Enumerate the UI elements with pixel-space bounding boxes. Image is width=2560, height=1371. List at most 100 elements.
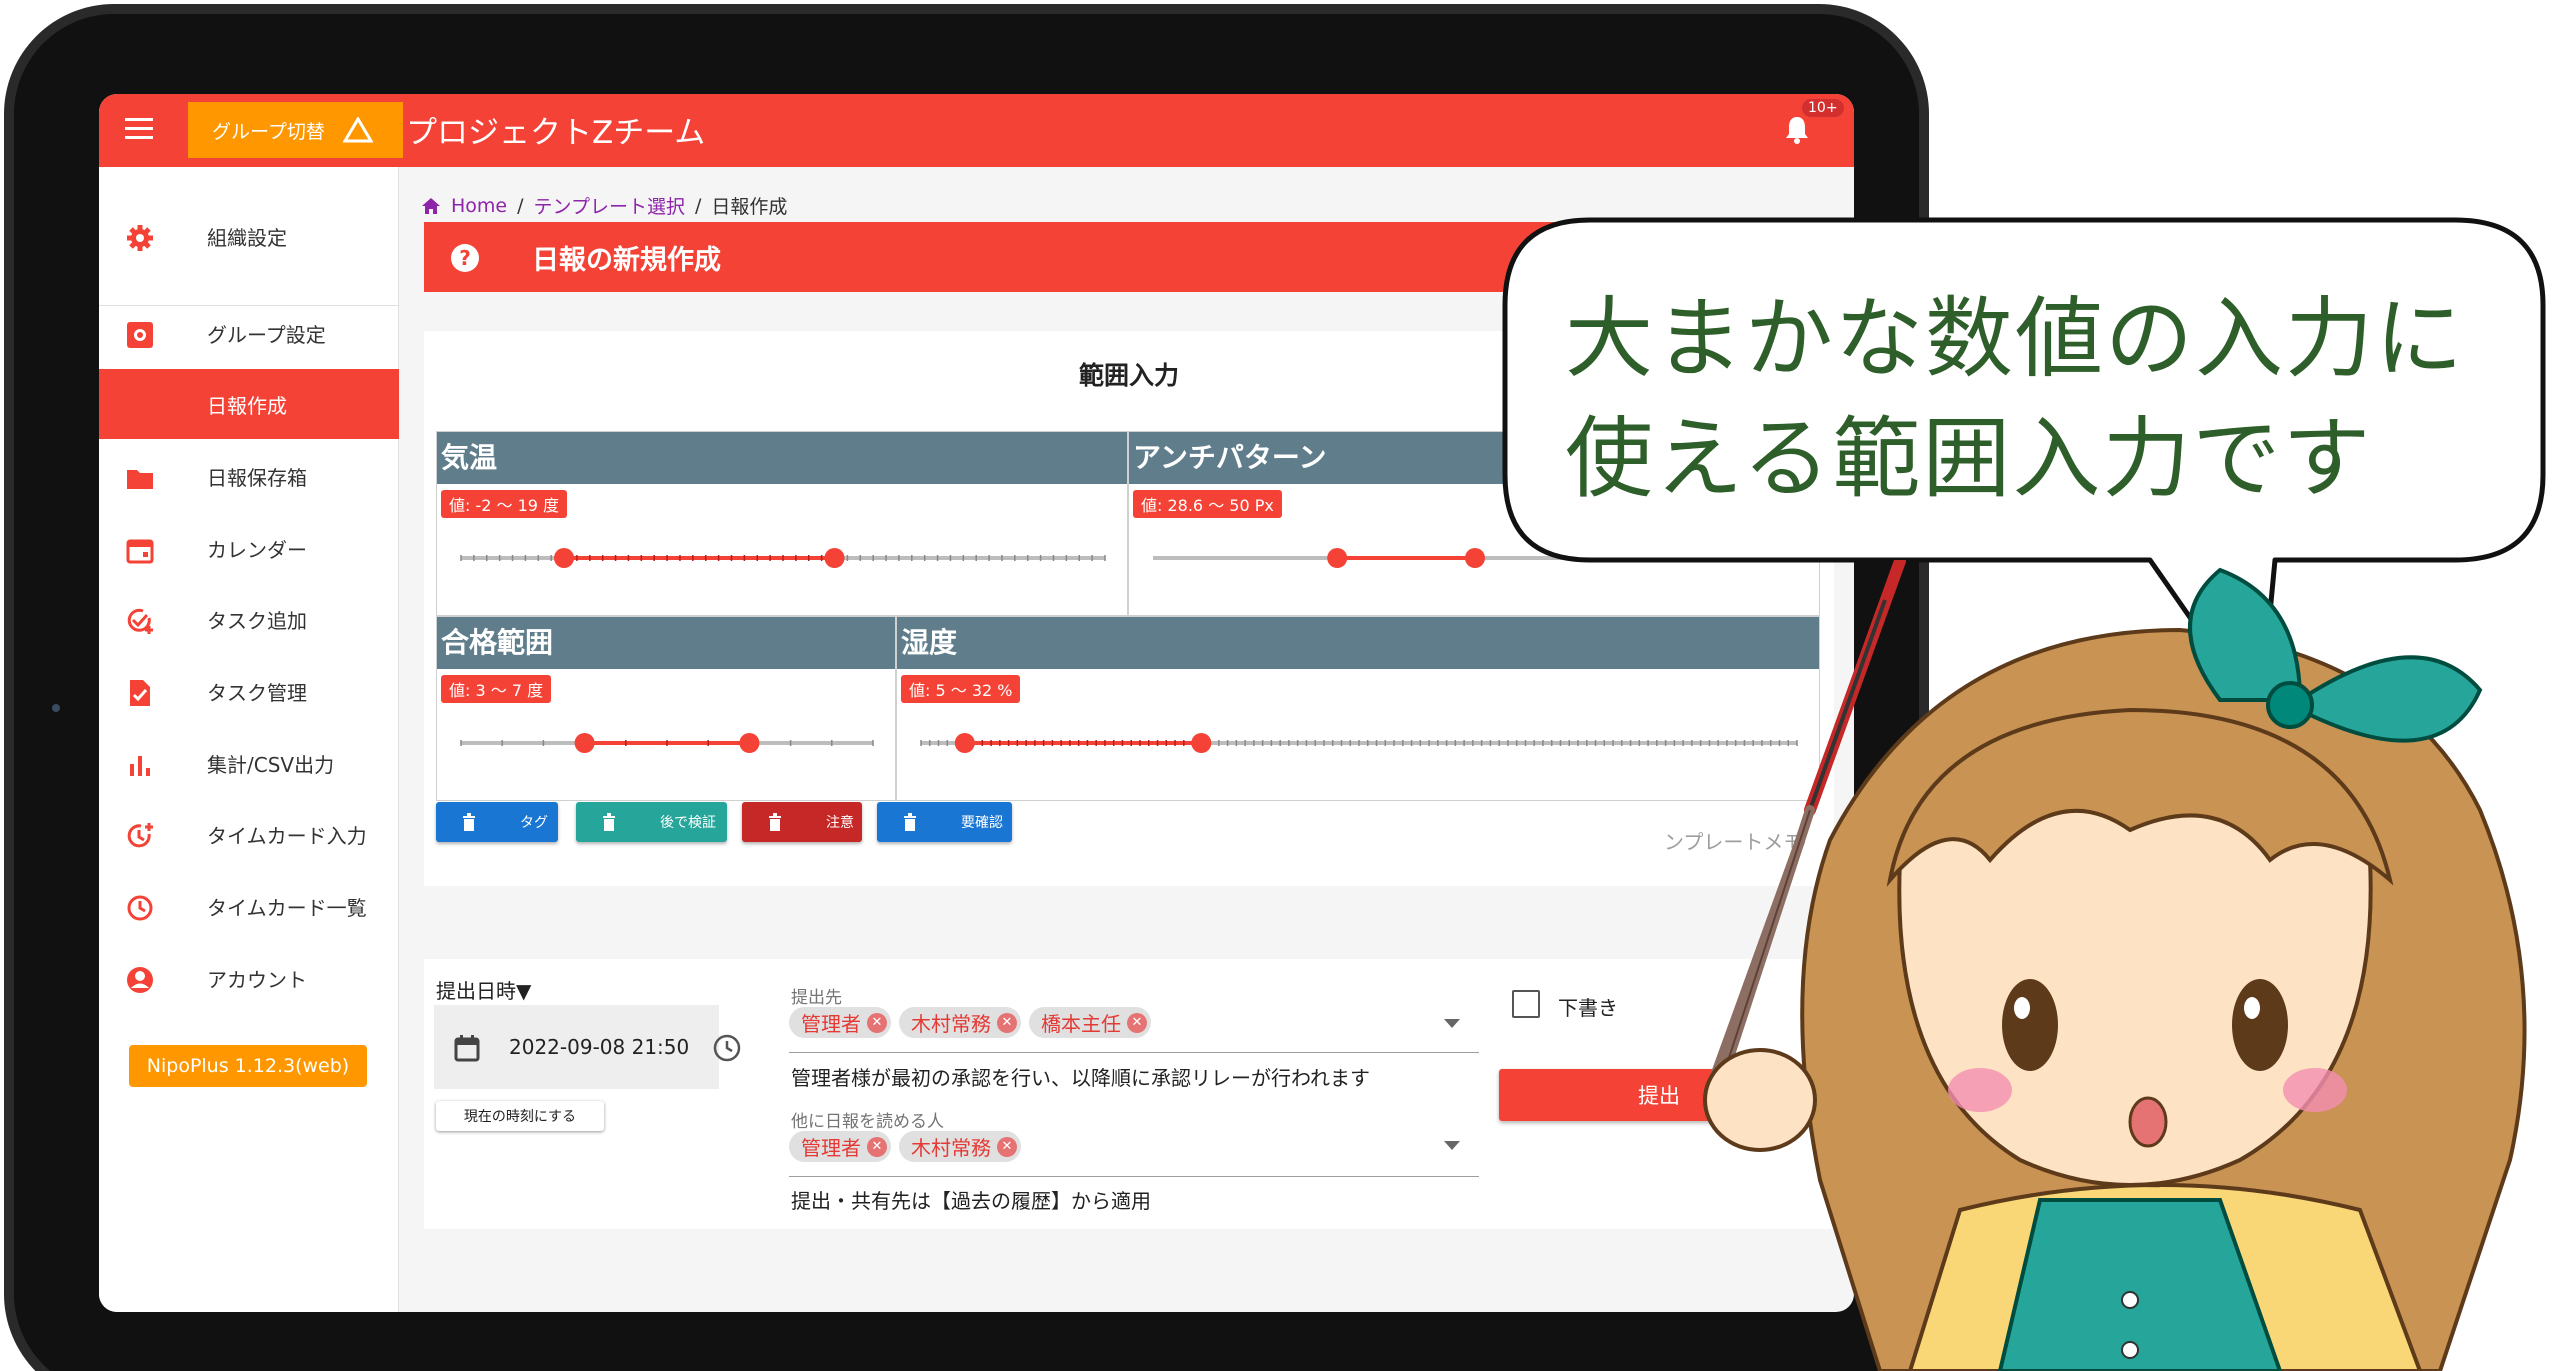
- breadcrumb-home[interactable]: Home: [451, 195, 507, 217]
- recipients-select[interactable]: 管理者 ✕ 木村常務 ✕ 橋本主任 ✕: [789, 1007, 1479, 1053]
- account-icon: [125, 965, 155, 1000]
- range-slider-title: 合格範囲: [437, 617, 895, 669]
- range-slider-title: 気温: [437, 432, 1127, 484]
- range-slider[interactable]: [437, 538, 1129, 578]
- sidebar-item-11[interactable]: アカウント: [99, 943, 399, 1013]
- page-title: 日報の新規作成: [532, 244, 721, 276]
- task-add-icon: [125, 606, 155, 641]
- home-icon[interactable]: [421, 197, 441, 215]
- tag-button[interactable]: 後で検証: [576, 802, 727, 842]
- task-check-icon: [125, 678, 155, 713]
- breadcrumb: Home / テンプレート選択 / 日報作成: [421, 192, 787, 219]
- help-icon[interactable]: ?: [450, 243, 480, 273]
- person-chip-label: 橋本主任: [1041, 1012, 1121, 1036]
- remove-chip-icon[interactable]: ✕: [1127, 1012, 1147, 1033]
- slider-thumb-high: [739, 733, 760, 753]
- set-now-button[interactable]: 現在の時刻にする: [436, 1101, 604, 1131]
- teacher-character-illustration: [1703, 560, 2527, 1371]
- folder-icon: [125, 463, 155, 498]
- range-value-label: 値: -2 〜 19 度: [441, 490, 568, 518]
- sidebar-item-1[interactable]: 組織設定: [99, 201, 399, 271]
- sidebar-item-label: タスク管理: [207, 680, 307, 705]
- slider-thumb-low: [554, 548, 575, 568]
- bar-chart-icon: [125, 750, 155, 785]
- sidebar-item-label: タスク追加: [207, 608, 307, 633]
- sidebar-item-6[interactable]: タスク追加: [99, 584, 399, 654]
- person-chip-label: 管理者: [801, 1012, 861, 1036]
- breadcrumb-separator: /: [694, 194, 702, 217]
- slider-thumb-low: [1327, 548, 1348, 568]
- person-chip-label: 木村常務: [911, 1012, 991, 1036]
- readers-hint: 提出・共有先は【過去の履歴】から適用: [791, 1189, 1151, 1213]
- gear-icon: [125, 223, 155, 258]
- slider-thumb-low: [954, 733, 975, 753]
- remove-chip-icon[interactable]: ✕: [997, 1136, 1017, 1157]
- sidebar-item-label: 日報保存箱: [207, 465, 307, 490]
- readers-label: 他に日報を読める人: [791, 1112, 944, 1132]
- datetime-label[interactable]: 提出日時▼: [436, 975, 531, 1004]
- group-switch-button[interactable]: グループ切替: [188, 102, 403, 158]
- slider-thumb-low: [574, 733, 595, 753]
- range-slider-cell: 合格範囲値: 3 〜 7 度: [436, 616, 896, 801]
- svg-text:?: ?: [459, 246, 471, 270]
- sidebar-item-label: 日報作成: [207, 393, 287, 418]
- sidebar: 組織設定グループ設定 日報作成日報保存箱カレンダータスク追加タスク管理集計/CSV…: [99, 167, 399, 1312]
- sidebar-item-8[interactable]: 集計/CSV出力: [99, 728, 399, 798]
- breadcrumb-template[interactable]: テンプレート選択: [534, 192, 685, 219]
- person-chip[interactable]: 木村常務 ✕: [899, 1007, 1021, 1038]
- bell-icon[interactable]: [1784, 114, 1810, 144]
- sidebar-item-7[interactable]: タスク管理: [99, 656, 399, 726]
- range-slider-cell: 気温値: -2 〜 19 度: [436, 431, 1128, 616]
- sidebar-item-5[interactable]: カレンダー: [99, 513, 399, 583]
- range-value-label: 値: 3 〜 7 度: [441, 675, 552, 703]
- person-chip[interactable]: 橋本主任 ✕: [1029, 1007, 1151, 1038]
- draft-checkbox[interactable]: [1512, 990, 1540, 1018]
- app-title: プロジェクトZチーム: [406, 115, 706, 151]
- sidebar-item-9[interactable]: タイムカード入力: [99, 799, 399, 869]
- clock-icon: [125, 893, 155, 928]
- speech-line-1: 大まかな数値の入力に: [1565, 287, 2466, 390]
- sidebar-item-label: タイムカード一覧: [207, 895, 367, 920]
- tag-button[interactable]: 要確認: [877, 802, 1012, 842]
- remove-chip-icon[interactable]: ✕: [867, 1136, 887, 1157]
- notification-badge: 10+: [1802, 99, 1844, 117]
- clock-icon[interactable]: [712, 1033, 742, 1063]
- trash-icon: [463, 813, 475, 831]
- calendar-icon: [454, 1035, 480, 1062]
- version-badge: NipoPlus 1.12.3(web): [129, 1045, 367, 1087]
- sidebar-item-label: グループ設定: [207, 322, 326, 347]
- tag-button-label: タグ: [520, 815, 548, 831]
- tag-button-label: 注意: [826, 815, 854, 831]
- tag-button[interactable]: タグ: [436, 802, 558, 842]
- trash-icon: [769, 813, 781, 831]
- group-switch-label: グループ切替: [212, 120, 325, 143]
- breadcrumb-current: 日報作成: [711, 196, 788, 218]
- readers-select[interactable]: 管理者 ✕ 木村常務 ✕: [789, 1131, 1479, 1177]
- submit-form: 提出日時▼ 2022-09-08 21:50 現在の時刻にする 提出先 管理者 ✕…: [424, 959, 1834, 1229]
- person-chip[interactable]: 管理者 ✕: [789, 1131, 891, 1162]
- tag-button-label: 後で検証: [660, 815, 716, 831]
- camera-dot: [52, 704, 60, 712]
- sidebar-item-3[interactable]: 日報作成: [99, 369, 399, 439]
- recipients-dropdown-icon[interactable]: [1444, 1019, 1460, 1028]
- sidebar-item-10[interactable]: タイムカード一覧: [99, 871, 399, 941]
- person-chip-label: 木村常務: [911, 1136, 991, 1160]
- draft-label: 下書き: [1558, 996, 1618, 1020]
- range-slider[interactable]: [437, 723, 897, 763]
- sidebar-item-2[interactable]: グループ設定: [99, 298, 399, 368]
- person-chip[interactable]: 木村常務 ✕: [899, 1131, 1021, 1162]
- remove-chip-icon[interactable]: ✕: [997, 1012, 1017, 1033]
- person-chip-label: 管理者: [801, 1136, 861, 1160]
- remove-chip-icon[interactable]: ✕: [867, 1012, 887, 1033]
- app-bar: グループ切替 プロジェクトZチーム 10+: [99, 94, 1854, 167]
- sidebar-item-label: 組織設定: [207, 225, 287, 250]
- slider-thumb-high: [1465, 548, 1485, 568]
- readers-dropdown-icon[interactable]: [1444, 1141, 1460, 1150]
- tag-button[interactable]: 注意: [742, 802, 862, 842]
- sidebar-item-label: 集計/CSV出力: [207, 752, 335, 777]
- menu-icon[interactable]: [125, 118, 153, 142]
- person-chip[interactable]: 管理者 ✕: [789, 1007, 891, 1038]
- datetime-field[interactable]: 2022-09-08 21:50: [434, 1005, 741, 1089]
- sidebar-item-4[interactable]: 日報保存箱: [99, 441, 399, 511]
- tag-button-label: 要確認: [961, 815, 1003, 831]
